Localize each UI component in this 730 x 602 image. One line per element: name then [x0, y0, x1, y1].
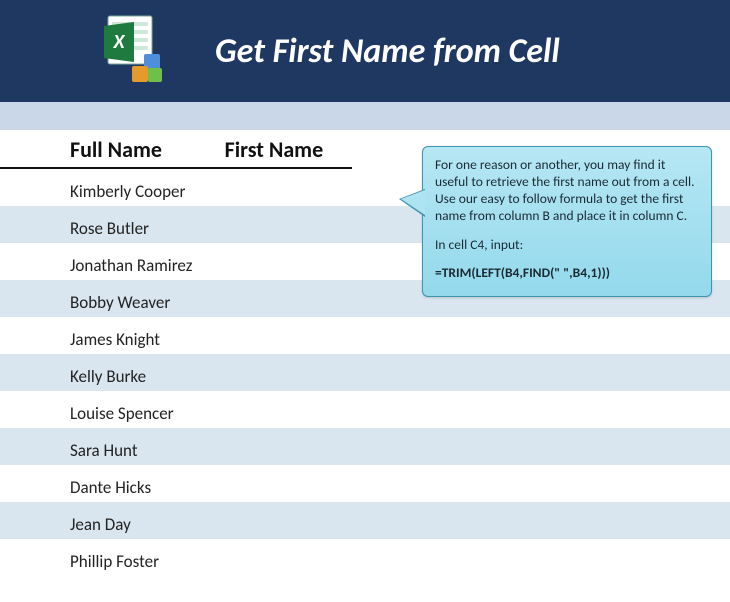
instruction-callout: For one reason or another, you may find …	[422, 146, 712, 297]
cell-fullname: Dante Hicks	[70, 477, 260, 498]
content-area: Full Name First Name Kimberly Cooper Rose…	[0, 130, 730, 576]
table-row: Dante Hicks	[0, 465, 730, 502]
table-row: James Knight	[0, 317, 730, 354]
cell-fullname: Rose Butler	[70, 218, 260, 239]
table-row: Kelly Burke	[0, 354, 730, 391]
svg-text:X: X	[112, 30, 125, 54]
cell-fullname: Bobby Weaver	[70, 292, 260, 313]
col-header-fullname: Full Name	[70, 136, 225, 163]
cell-fullname: Jean Day	[70, 514, 260, 535]
excel-icon: X	[100, 10, 180, 90]
cell-fullname: Sara Hunt	[70, 440, 260, 461]
callout-paragraph-2: In cell C4, input:	[435, 237, 699, 254]
table-header-row: Full Name First Name	[0, 134, 352, 169]
table-row: Louise Spencer	[0, 391, 730, 428]
cell-fullname: Kelly Burke	[70, 366, 260, 387]
cell-fullname: Louise Spencer	[70, 403, 260, 424]
table-row: Sara Hunt	[0, 428, 730, 465]
cell-fullname: Kimberly Cooper	[70, 181, 260, 202]
page-header: X Get First Name from Cell	[0, 0, 730, 102]
cell-fullname: Jonathan Ramirez	[70, 255, 260, 276]
col-header-firstname: First Name	[225, 136, 352, 163]
cell-fullname: Phillip Foster	[70, 551, 260, 572]
cell-fullname: James Knight	[70, 329, 260, 350]
sub-header-band	[0, 102, 730, 130]
table-row: Phillip Foster	[0, 539, 730, 576]
callout-formula: =TRIM(LEFT(B4,FIND(" ",B4,1)))	[435, 265, 699, 282]
callout-paragraph-1: For one reason or another, you may find …	[435, 157, 699, 225]
page-title: Get First Name from Cell	[215, 31, 560, 72]
table-row: Jean Day	[0, 502, 730, 539]
